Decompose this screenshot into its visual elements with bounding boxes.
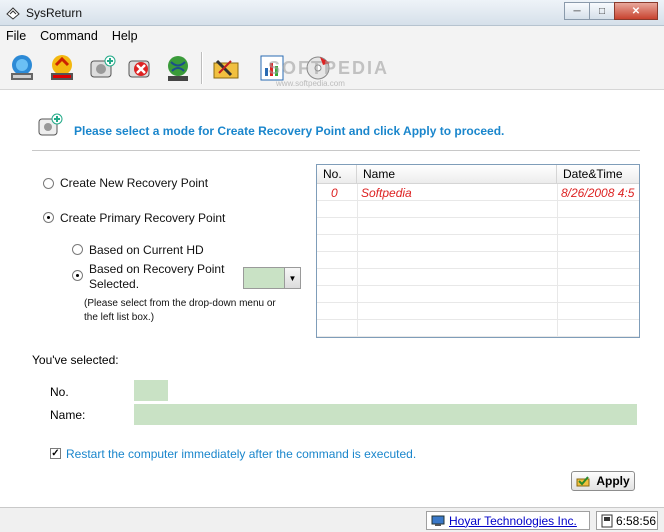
company-link[interactable]: Hoyar Technologies Inc. — [449, 514, 577, 528]
recovery-point-list[interactable]: No. Name Date&Time 0 Softpedia 8/26/2008… — [316, 164, 640, 338]
create-recovery-point-icon — [51, 55, 73, 80]
column-header-no[interactable]: No. — [317, 165, 357, 184]
network-globe-icon — [168, 56, 188, 81]
radio-based-current-hd[interactable] — [72, 244, 83, 255]
column-header-datetime[interactable]: Date&Time — [557, 165, 639, 184]
list-header: No. Name Date&Time — [317, 165, 639, 184]
computer-icon — [431, 515, 445, 526]
divider — [32, 150, 640, 152]
create-recovery-point-button[interactable] — [46, 52, 78, 84]
table-row[interactable]: 0 Softpedia 8/26/2008 4:5 — [317, 185, 639, 201]
radio-based-on-point-label-2[interactable]: Selected. — [89, 277, 139, 291]
selected-heading: You've selected: — [32, 353, 119, 367]
watermark-url: www.softpedia.com — [276, 79, 345, 88]
minimize-button[interactable]: ─ — [564, 2, 590, 20]
table-row-empty — [317, 253, 639, 269]
company-panel: Hoyar Technologies Inc. — [426, 511, 590, 530]
create-point-icon — [38, 113, 63, 136]
table-row-empty — [317, 219, 639, 235]
radio-primary-point-label[interactable]: Create Primary Recovery Point — [60, 211, 225, 225]
main-panel: Please select a mode for Create Recovery… — [0, 91, 664, 507]
restore-icon — [11, 55, 33, 80]
menu-command[interactable]: Command — [40, 29, 98, 43]
instruction-text: Please select a mode for Create Recovery… — [74, 124, 505, 138]
apply-button[interactable]: Apply — [571, 471, 635, 491]
restart-checkbox[interactable]: ✓ — [50, 448, 61, 459]
maximize-button[interactable]: □ — [589, 2, 615, 20]
tools-button[interactable] — [210, 52, 242, 84]
delete-button[interactable] — [124, 52, 156, 84]
clock-panel: 6:58:56 — [596, 511, 658, 530]
no-label: No. — [50, 385, 69, 399]
radio-new-point-label[interactable]: Create New Recovery Point — [60, 176, 208, 190]
hint-line-2: the left list box.) — [84, 312, 155, 323]
selected-name-field — [134, 404, 637, 425]
row-datetime: 8/26/2008 4:5 — [561, 186, 635, 200]
hint-text: (Please select from the drop-down menu o… — [84, 297, 276, 325]
radio-based-on-point[interactable] — [72, 270, 83, 281]
table-row-empty — [317, 321, 639, 337]
menu-help[interactable]: Help — [112, 29, 138, 43]
clock-icon — [601, 514, 613, 527]
table-row-empty — [317, 202, 639, 218]
table-row-empty — [317, 236, 639, 252]
network-button[interactable] — [162, 52, 194, 84]
title-bar: SysReturn ─ □ ✕ — [0, 0, 664, 26]
add-hd-button[interactable] — [86, 52, 118, 84]
chevron-down-icon[interactable]: ▼ — [284, 268, 300, 288]
table-row-empty — [317, 270, 639, 286]
radio-based-on-point-label-1[interactable]: Based on Recovery Point — [89, 262, 224, 276]
row-name: Softpedia — [361, 186, 412, 200]
table-row-empty — [317, 287, 639, 303]
radio-based-current-hd-label[interactable]: Based on Current HD — [89, 243, 204, 257]
tools-folder-icon — [213, 59, 239, 79]
recovery-point-dropdown[interactable]: ▼ — [243, 267, 301, 289]
radio-new-point[interactable] — [43, 178, 54, 189]
hint-line-1: (Please select from the drop-down menu o… — [84, 298, 276, 309]
menu-file[interactable]: File — [6, 29, 26, 43]
column-header-name[interactable]: Name — [357, 165, 557, 184]
name-label: Name: — [50, 408, 86, 422]
delete-icon — [128, 60, 150, 78]
menu-bar: File Command Help — [0, 26, 664, 46]
radio-primary-point[interactable] — [43, 212, 54, 223]
apply-icon — [576, 476, 590, 487]
toolbar: SOFTPEDIA www.softpedia.com — [0, 46, 664, 90]
restore-button[interactable] — [6, 52, 38, 84]
watermark: SOFTPEDIA — [268, 58, 390, 78]
row-no: 0 — [331, 186, 338, 200]
window-title: SysReturn — [26, 6, 83, 20]
restart-checkbox-label[interactable]: Restart the computer immediately after t… — [66, 447, 416, 461]
toolbar-separator — [201, 52, 203, 84]
selected-no-field — [134, 380, 168, 401]
table-row-empty — [317, 304, 639, 320]
apply-label: Apply — [596, 474, 630, 488]
clock-time: 6:58:56 — [616, 513, 657, 528]
add-hd-icon — [90, 55, 116, 78]
close-button[interactable]: ✕ — [614, 2, 658, 20]
app-icon — [6, 7, 20, 20]
status-bar: Hoyar Technologies Inc. 6:58:56 — [0, 507, 664, 532]
